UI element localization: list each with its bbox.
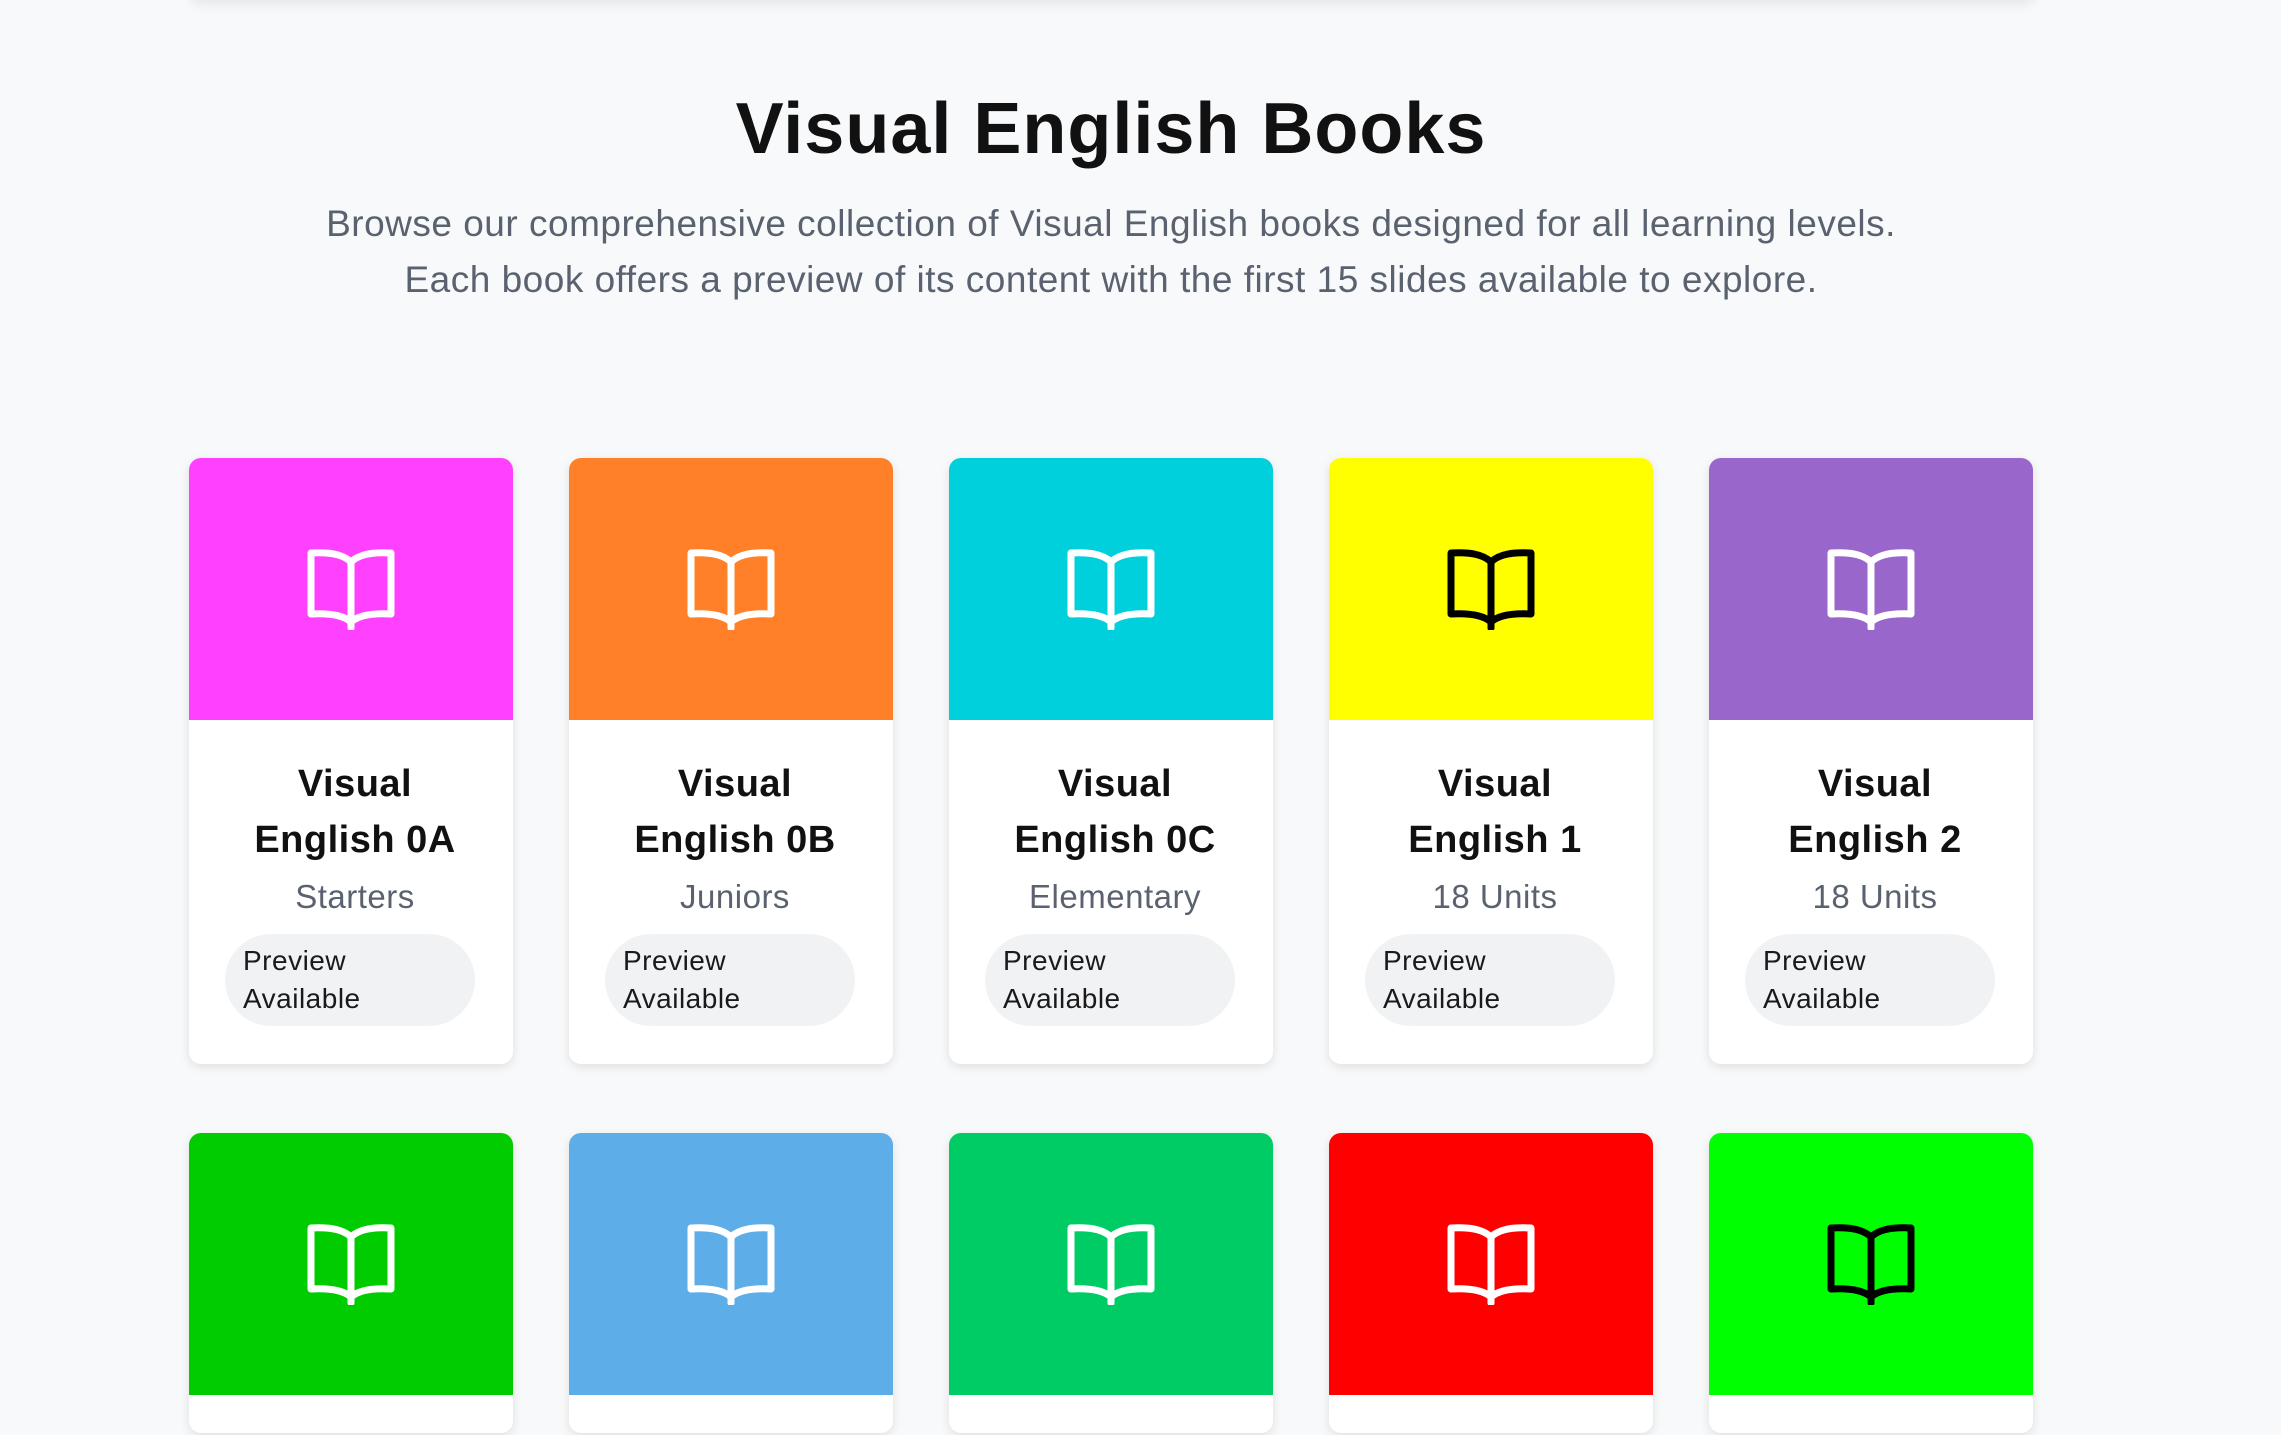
book-grid-row-2 xyxy=(189,1133,2035,1433)
book-level: Juniors xyxy=(680,878,790,915)
book-title: Visual English 1 xyxy=(1408,763,1582,861)
book-cover xyxy=(1329,458,1653,720)
book-cover xyxy=(1329,1133,1653,1395)
book-card[interactable] xyxy=(949,1133,1273,1433)
preview-badge: Preview Available xyxy=(605,934,855,1026)
book-card[interactable] xyxy=(189,1133,513,1433)
page-title: Visual English Books xyxy=(735,89,1487,169)
open-book-icon xyxy=(685,1219,777,1310)
book-card[interactable] xyxy=(569,1133,893,1433)
book-cover xyxy=(189,458,513,720)
book-title: Visual English 0A xyxy=(254,763,456,861)
book-card-visual-english-0b[interactable]: Visual English 0B Juniors Preview Availa… xyxy=(569,458,893,1064)
open-book-icon xyxy=(305,544,397,635)
open-book-icon xyxy=(1065,1219,1157,1310)
open-book-icon xyxy=(685,544,777,635)
book-title: Visual English 2 xyxy=(1788,763,1962,861)
preview-badge: Preview Available xyxy=(225,934,475,1026)
preview-badge: Preview Available xyxy=(985,934,1235,1026)
page-description: Browse our comprehensive collection of V… xyxy=(326,203,1896,300)
book-cover xyxy=(1709,458,2033,720)
open-book-icon xyxy=(305,1219,397,1310)
book-card-visual-english-2[interactable]: Visual English 2 18 Units Preview Availa… xyxy=(1709,458,2033,1064)
book-level: 18 Units xyxy=(1432,878,1558,915)
open-book-icon xyxy=(1065,544,1157,635)
book-title: Visual English 0C xyxy=(1014,763,1216,861)
book-cover xyxy=(949,1133,1273,1395)
book-level: 18 Units xyxy=(1812,878,1938,915)
book-card[interactable] xyxy=(1329,1133,1653,1433)
book-card[interactable] xyxy=(1709,1133,2033,1433)
book-grid: Visual English 0A Starters Preview Avail… xyxy=(189,458,2035,1064)
book-card-visual-english-1[interactable]: Visual English 1 18 Units Preview Availa… xyxy=(1329,458,1653,1064)
open-book-icon xyxy=(1825,1219,1917,1310)
open-book-icon xyxy=(1825,544,1917,635)
book-level: Starters xyxy=(295,878,415,915)
preview-badge: Preview Available xyxy=(1745,934,1995,1026)
book-cover xyxy=(189,1133,513,1395)
book-cover xyxy=(569,458,893,720)
book-cover xyxy=(949,458,1273,720)
open-book-icon xyxy=(1445,1219,1537,1310)
book-card-visual-english-0a[interactable]: Visual English 0A Starters Preview Avail… xyxy=(189,458,513,1064)
book-cover xyxy=(569,1133,893,1395)
preview-badge: Preview Available xyxy=(1365,934,1615,1026)
book-card-visual-english-0c[interactable]: Visual English 0C Elementary Preview Ava… xyxy=(949,458,1273,1064)
book-title: Visual English 0B xyxy=(634,763,836,861)
book-cover xyxy=(1709,1133,2033,1395)
book-level: Elementary xyxy=(1029,878,1201,915)
open-book-icon xyxy=(1445,544,1537,635)
